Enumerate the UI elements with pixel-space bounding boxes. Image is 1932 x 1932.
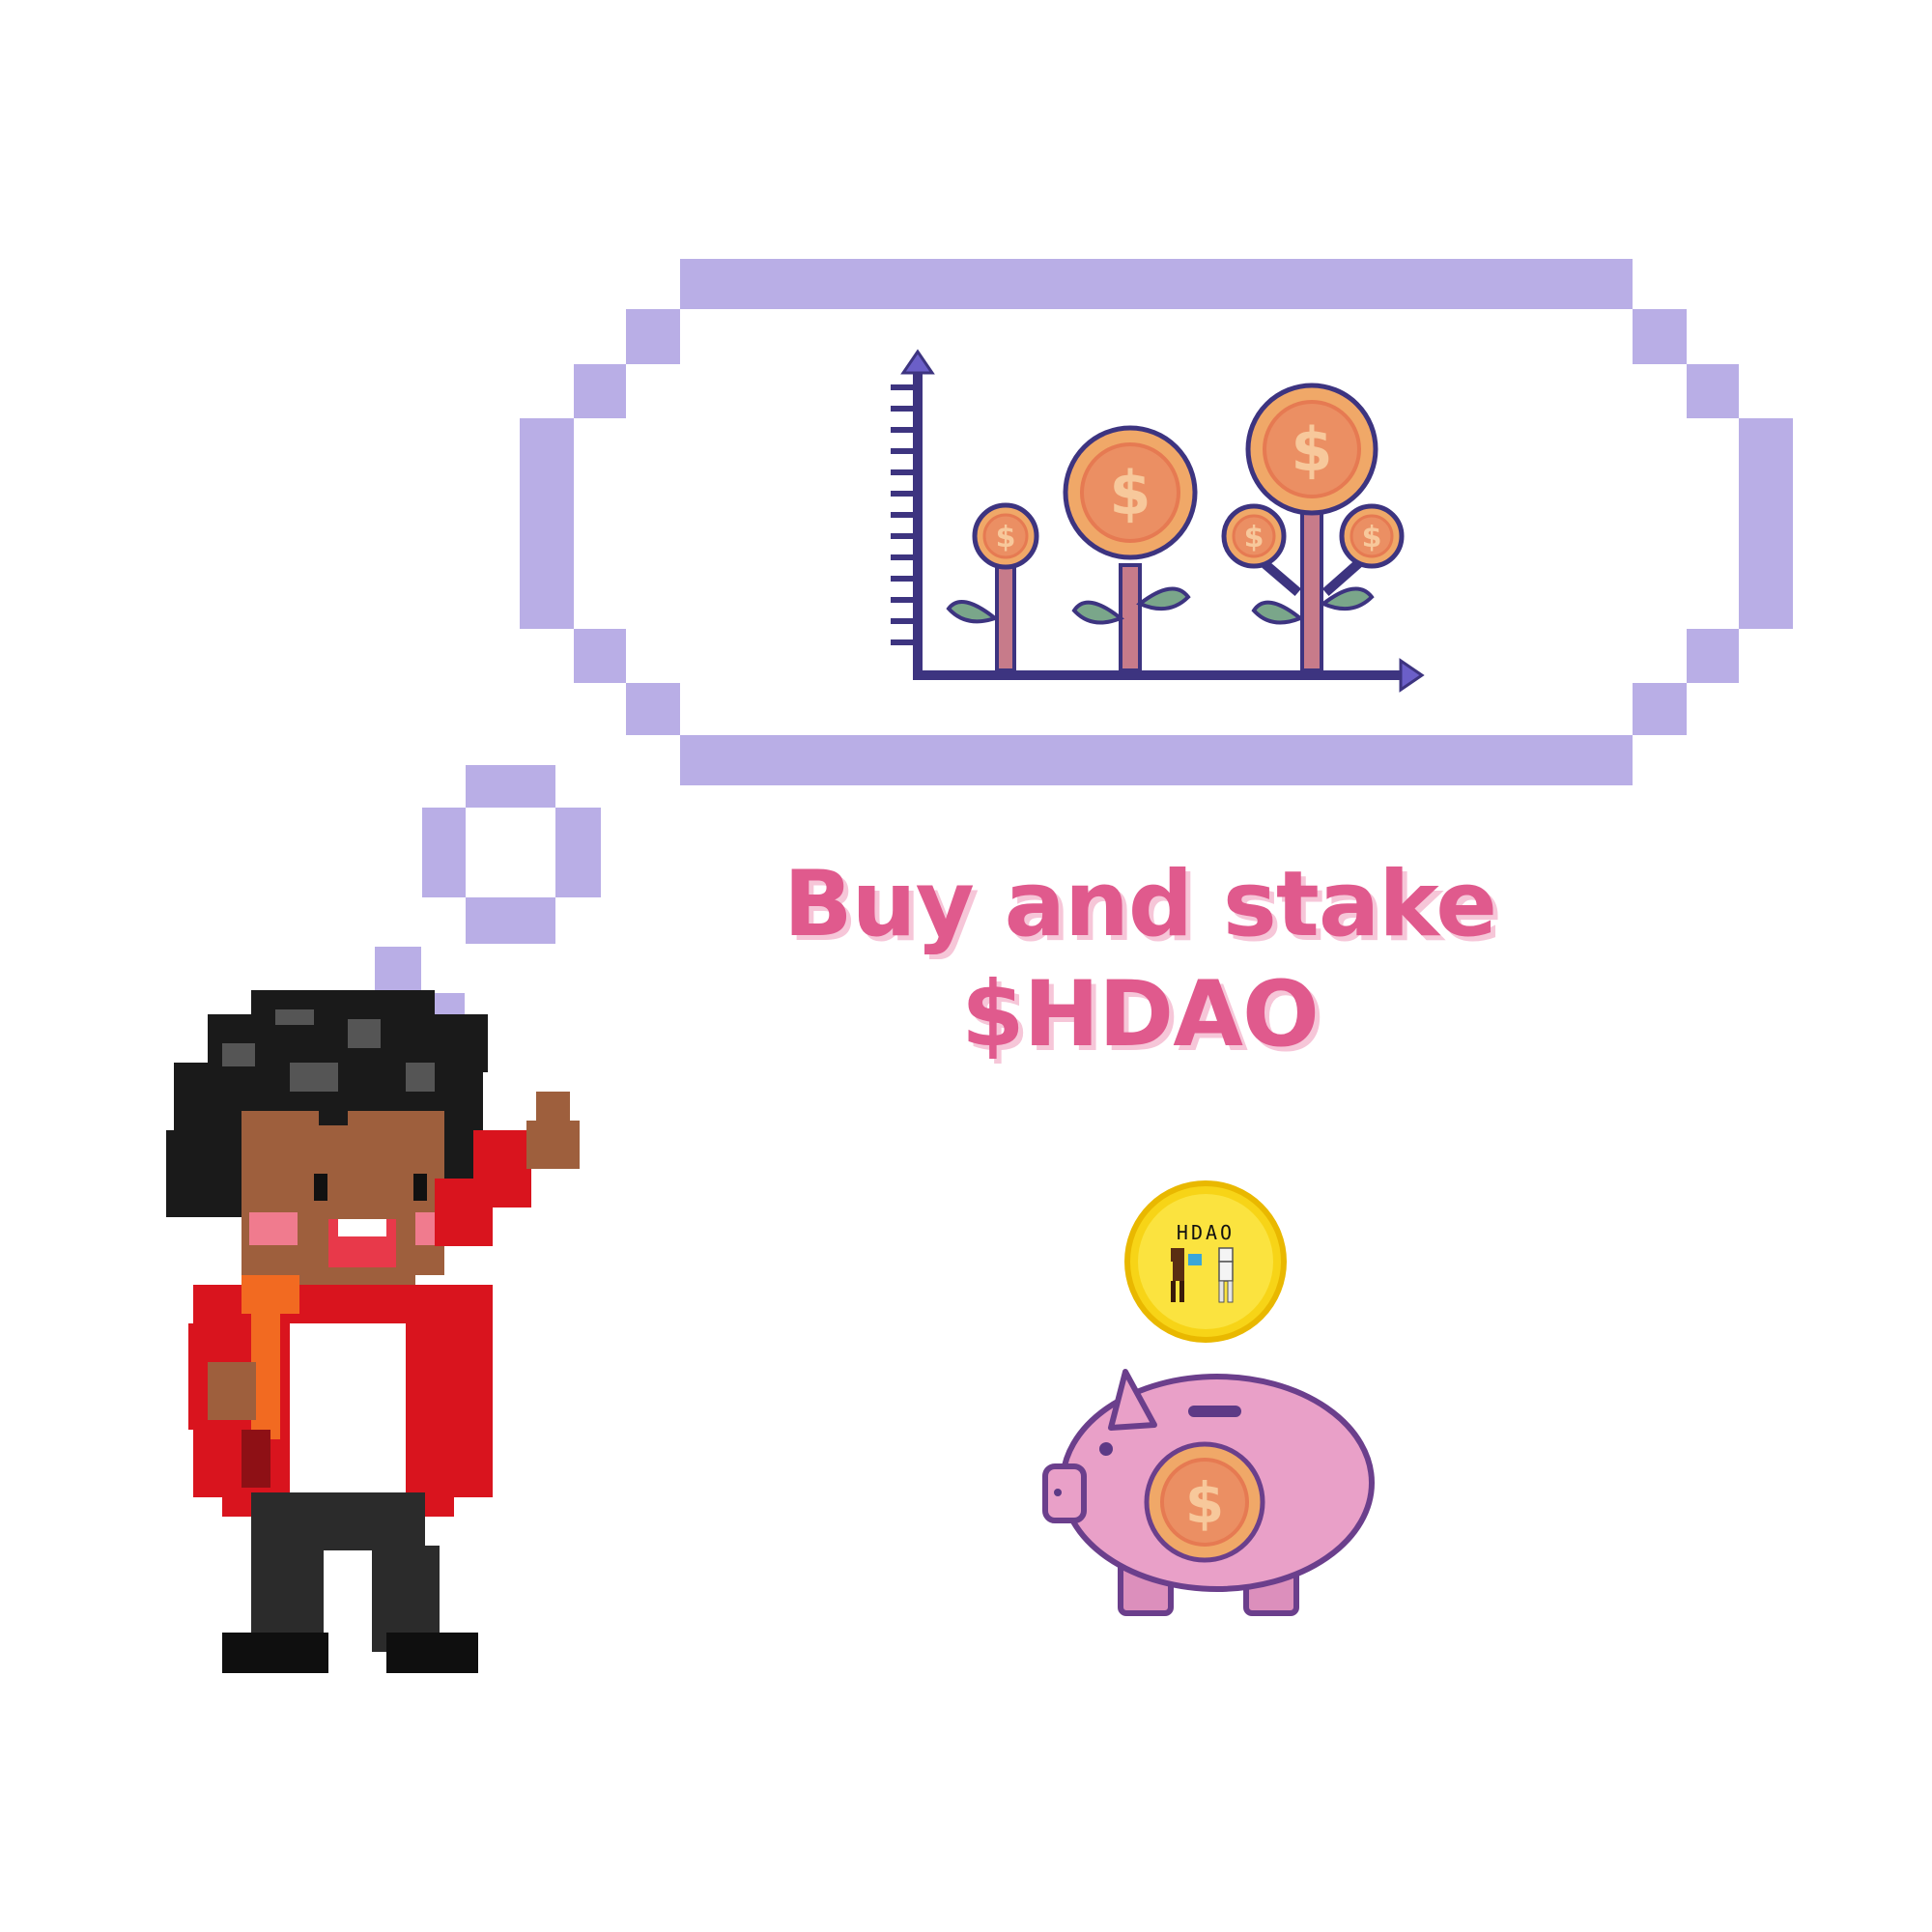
pixel-boy-character	[166, 990, 580, 1673]
